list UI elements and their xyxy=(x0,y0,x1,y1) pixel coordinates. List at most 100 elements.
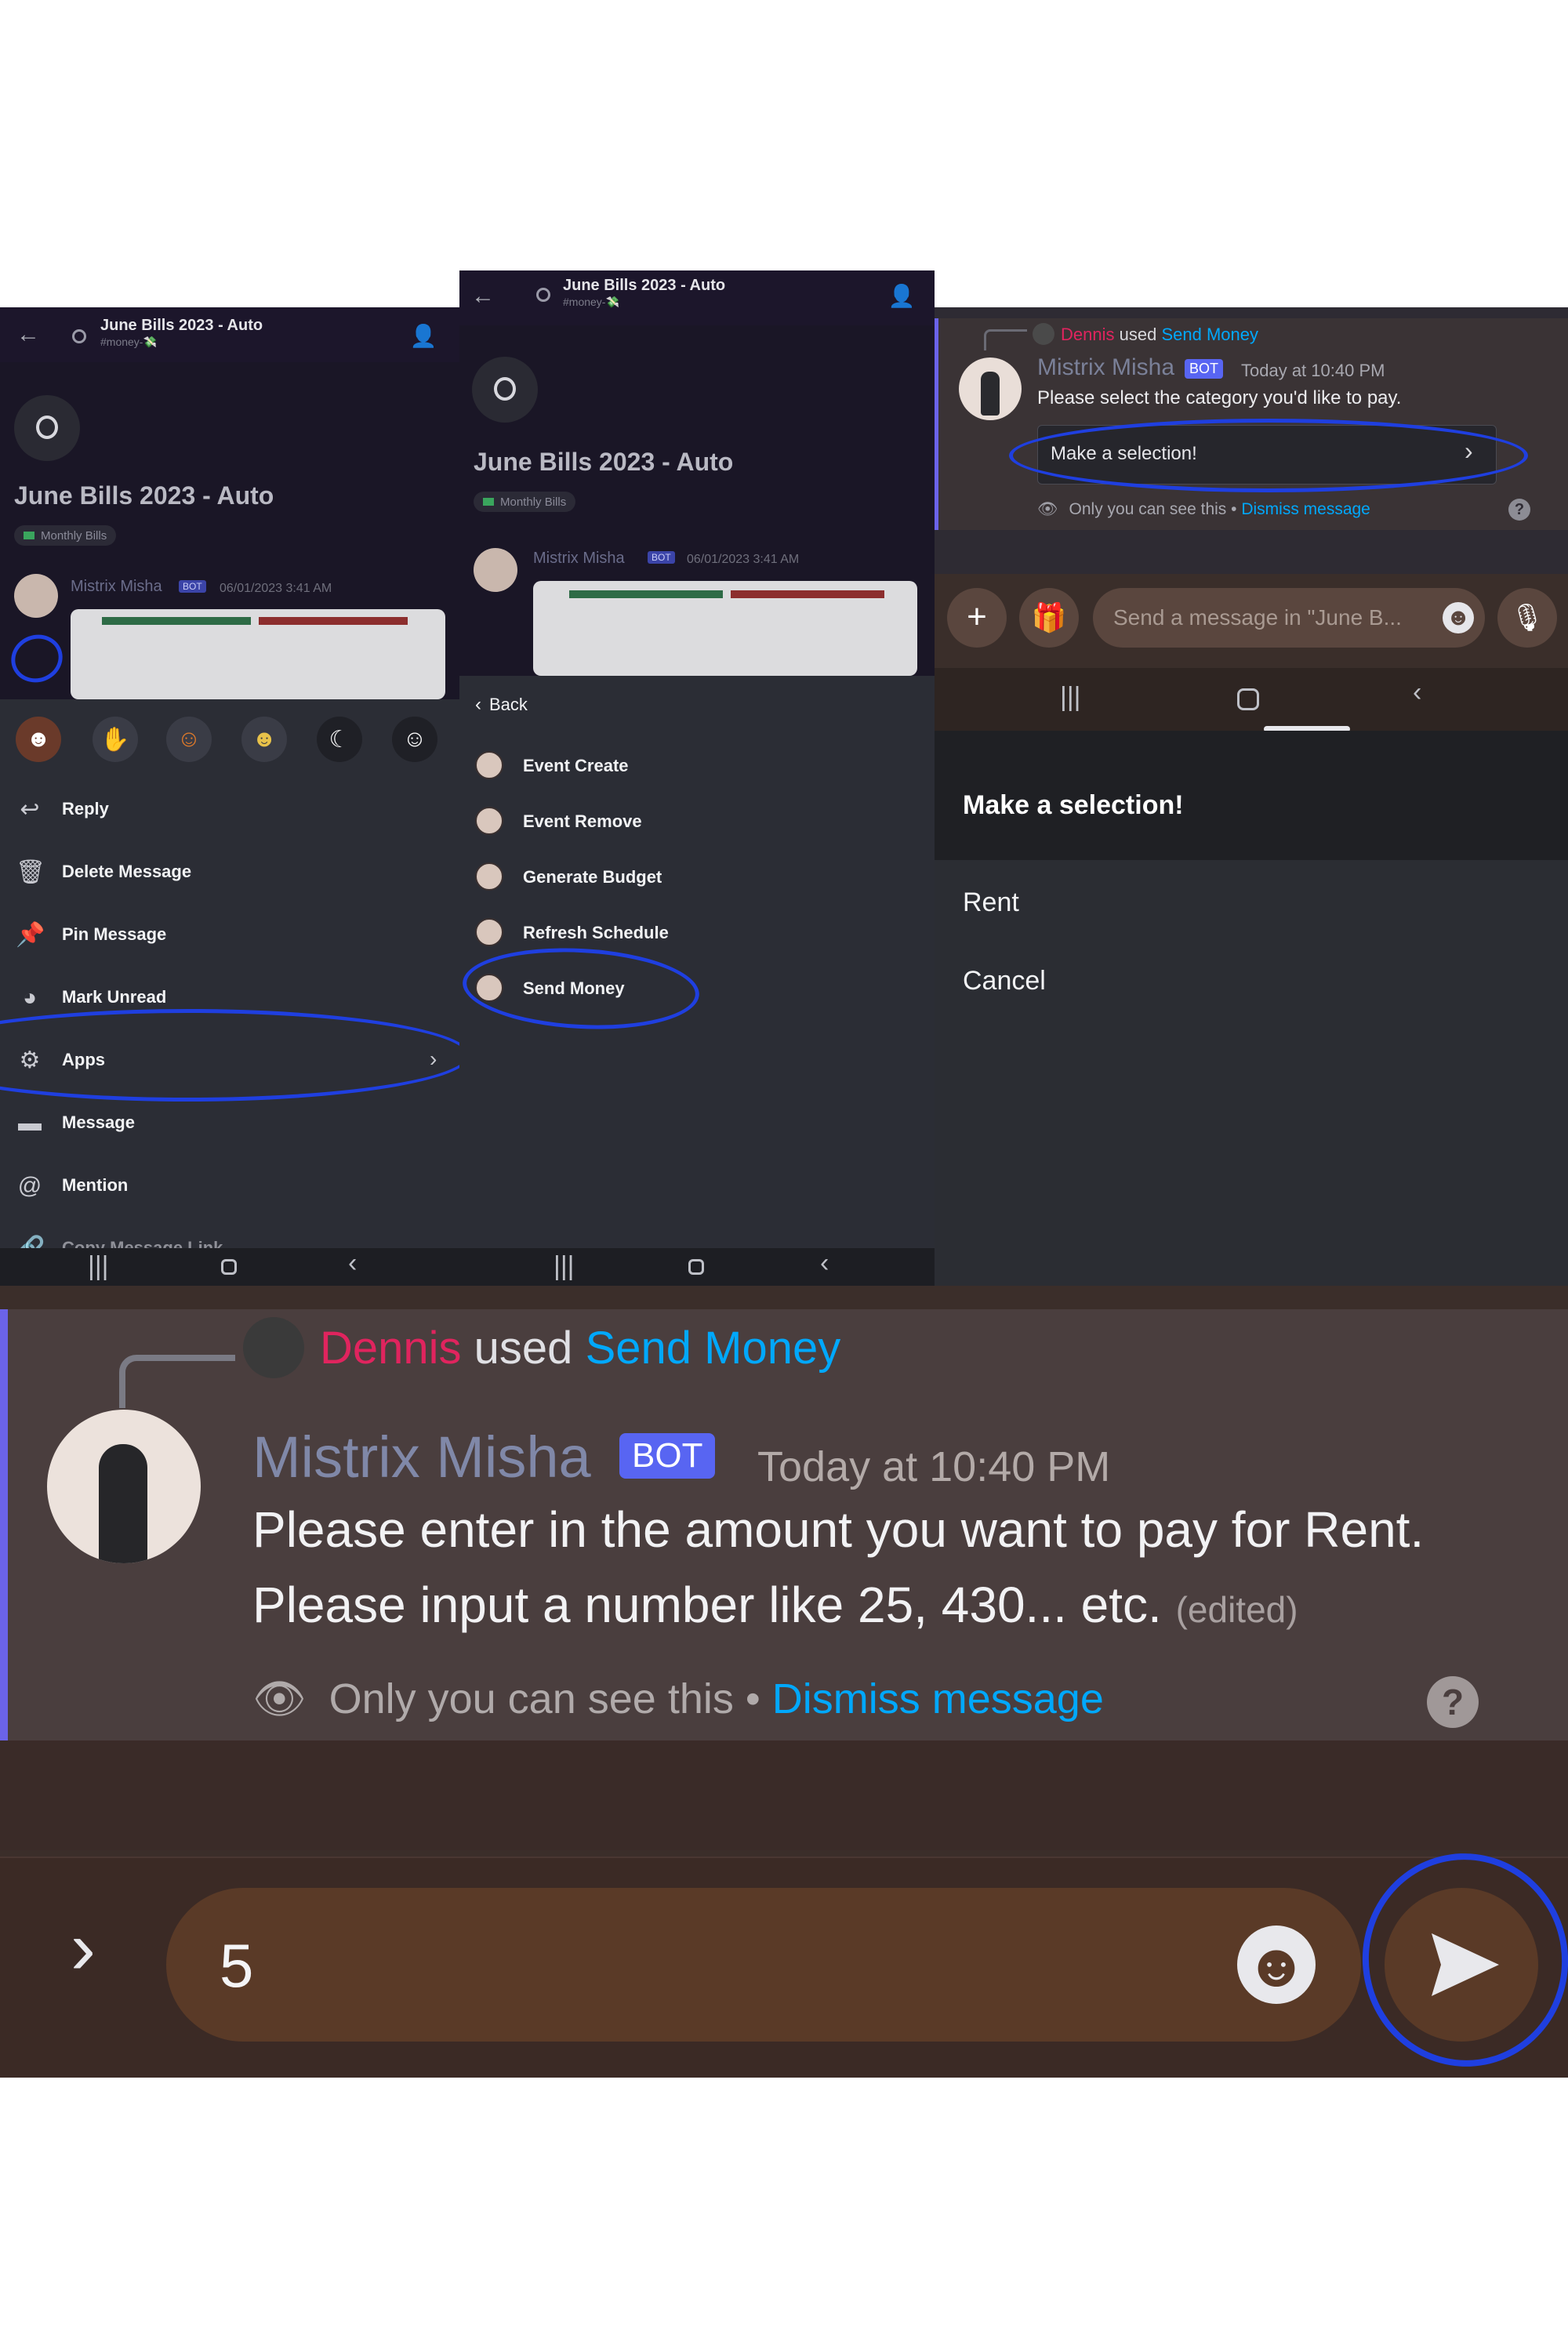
user-avatar-small[interactable] xyxy=(1033,323,1054,345)
thread-title: June Bills 2023 - Auto xyxy=(563,277,726,294)
tag-label: Monthly Bills xyxy=(500,495,567,509)
bot-avatar[interactable] xyxy=(474,548,517,592)
input-value: 5 xyxy=(220,1931,254,2000)
thread-channel[interactable]: #money-💸 xyxy=(100,336,157,349)
dismiss-link[interactable]: Dismiss message xyxy=(1241,500,1370,518)
app-item-event-create[interactable]: Event Create xyxy=(459,743,935,790)
bills-table-image[interactable] xyxy=(71,609,445,699)
sheet-header: Make a selection! xyxy=(935,731,1568,860)
app-avatar xyxy=(475,918,503,946)
thread-heading: June Bills 2023 - Auto xyxy=(14,481,274,510)
emoji-4[interactable]: ☻ xyxy=(241,717,287,762)
add-reaction-icon[interactable]: ☺ xyxy=(392,717,437,762)
used-word: used xyxy=(474,1323,573,1374)
app-label: Refresh Schedule xyxy=(523,923,669,942)
members-icon[interactable]: 👤 xyxy=(886,281,917,310)
emoji-icon[interactable]: ☻ xyxy=(1443,602,1474,633)
menu-item-delete-message[interactable]: 🗑 Delete Message xyxy=(0,844,459,899)
microphone-button[interactable]: 🎙 xyxy=(1497,588,1557,648)
bot-avatar[interactable] xyxy=(47,1410,201,1563)
thread-header: ← June Bills 2023 - Auto #money-💸 👤 xyxy=(0,307,459,362)
recent-apps-icon[interactable]: ||| xyxy=(88,1251,109,1282)
dismiss-link[interactable]: Dismiss message xyxy=(772,1675,1104,1722)
back-button[interactable]: ‹ Back xyxy=(475,691,528,718)
emoji-5[interactable]: ☾ xyxy=(317,717,362,762)
bottom-sheet: Make a selection! Rent Cancel xyxy=(935,726,1568,1286)
message-timestamp: Today at 10:40 PM xyxy=(757,1443,1111,1490)
message-line-1: Please enter in the amount you want to p… xyxy=(252,1501,1425,1558)
recent-apps-icon[interactable]: ||| xyxy=(1060,682,1081,713)
menu-label: Reply xyxy=(62,799,109,818)
bot-badge: BOT xyxy=(648,551,675,564)
help-icon[interactable]: ? xyxy=(1508,499,1530,521)
tag-chip[interactable]: Monthly Bills xyxy=(14,525,117,546)
help-icon[interactable]: ? xyxy=(1427,1676,1479,1728)
home-icon[interactable] xyxy=(688,1259,704,1275)
bot-name[interactable]: Mistrix Misha xyxy=(533,550,625,568)
gift-button[interactable]: 🎁 xyxy=(1019,588,1079,648)
thread-channel[interactable]: #money-💸 xyxy=(563,296,619,309)
emoji-2[interactable]: ✋ xyxy=(93,717,138,762)
app-item-event-remove[interactable]: Event Remove xyxy=(459,799,935,846)
recent-apps-icon[interactable]: ||| xyxy=(554,1251,575,1282)
app-avatar xyxy=(475,807,503,835)
annotation-oval xyxy=(0,1009,459,1102)
back-arrow-icon[interactable]: ← xyxy=(14,321,42,347)
bot-avatar[interactable] xyxy=(959,358,1022,420)
message-input[interactable]: Send a message in "June B... ☻ xyxy=(1093,588,1485,648)
app-label: Generate Budget xyxy=(523,867,662,887)
table-header-red xyxy=(259,617,408,625)
android-nav-bar: ||| ‹ xyxy=(0,1248,459,1286)
expand-chevron-icon[interactable]: › xyxy=(71,1905,96,1991)
home-icon[interactable] xyxy=(221,1259,237,1275)
annotation-circle xyxy=(1348,1840,1568,2078)
menu-item-message[interactable]: ▬ Message xyxy=(0,1095,459,1150)
table-header-green xyxy=(102,617,251,625)
app-label: Event Remove xyxy=(523,811,642,831)
ephemeral-message: Dennis used Send Money Mistrix Misha BOT… xyxy=(0,1309,1568,1740)
mark-unread-icon: ◕ xyxy=(22,985,38,1011)
plus-button[interactable]: + xyxy=(947,588,1007,648)
back-arrow-icon[interactable]: ← xyxy=(469,283,497,309)
message-icon: ▬ xyxy=(18,1110,42,1136)
user-name[interactable]: Dennis xyxy=(1061,325,1114,344)
ephemeral-message: Dennis used Send Money Mistrix Misha BOT… xyxy=(935,318,1568,530)
bot-name[interactable]: Mistrix Misha xyxy=(1037,354,1174,381)
user-avatar-small[interactable] xyxy=(243,1317,304,1378)
command-name[interactable]: Send Money xyxy=(586,1323,841,1374)
option-cancel[interactable]: Cancel xyxy=(963,966,1046,996)
bot-avatar[interactable] xyxy=(14,574,58,618)
app-label: Event Create xyxy=(523,756,629,775)
action-sheet: ☻ ✋ ☺ ☻ ☾ ☺ ↩ Reply 🗑 Delete Message 📌 P… xyxy=(0,699,459,1286)
menu-item-reply[interactable]: ↩ Reply xyxy=(0,782,459,837)
menu-item-pin-message[interactable]: 📌 Pin Message xyxy=(0,907,459,962)
home-icon[interactable] xyxy=(1237,688,1259,710)
option-rent[interactable]: Rent xyxy=(963,887,1019,918)
command-line: Dennis used Send Money xyxy=(1061,325,1258,345)
nav-back-icon[interactable]: ‹ xyxy=(1413,677,1421,708)
bills-table-image[interactable] xyxy=(533,581,917,676)
menu-label: Mark Unread xyxy=(62,987,167,1007)
bot-name[interactable]: Mistrix Misha xyxy=(71,578,162,596)
app-item-generate-budget[interactable]: Generate Budget xyxy=(459,855,935,902)
menu-item-mention[interactable]: @ Mention xyxy=(0,1158,459,1213)
nav-back-icon[interactable]: ‹ xyxy=(348,1248,357,1279)
command-name[interactable]: Send Money xyxy=(1161,325,1258,344)
menu-label: Delete Message xyxy=(62,862,192,881)
chat-bubble-icon xyxy=(36,416,58,439)
emoji-icon[interactable]: ☻ xyxy=(1237,1926,1316,2004)
emoji-1[interactable]: ☻ xyxy=(16,717,61,762)
nav-back-icon[interactable]: ‹ xyxy=(820,1248,829,1279)
members-icon[interactable]: 👤 xyxy=(408,321,439,350)
chevron-left-icon: ‹ xyxy=(475,694,481,715)
user-name[interactable]: Dennis xyxy=(320,1323,462,1374)
back-label: Back xyxy=(489,695,528,714)
thread-header: ← June Bills 2023 - Auto #money-💸 👤 xyxy=(459,270,935,325)
bot-name[interactable]: Mistrix Misha xyxy=(252,1424,591,1490)
emoji-3[interactable]: ☺ xyxy=(166,717,212,762)
tag-chip[interactable]: Monthly Bills xyxy=(474,492,576,512)
message-input[interactable]: 5 ☻ xyxy=(166,1888,1361,2042)
app-avatar xyxy=(475,862,503,891)
table-header-green xyxy=(569,590,723,598)
bot-badge: BOT xyxy=(1185,359,1224,379)
